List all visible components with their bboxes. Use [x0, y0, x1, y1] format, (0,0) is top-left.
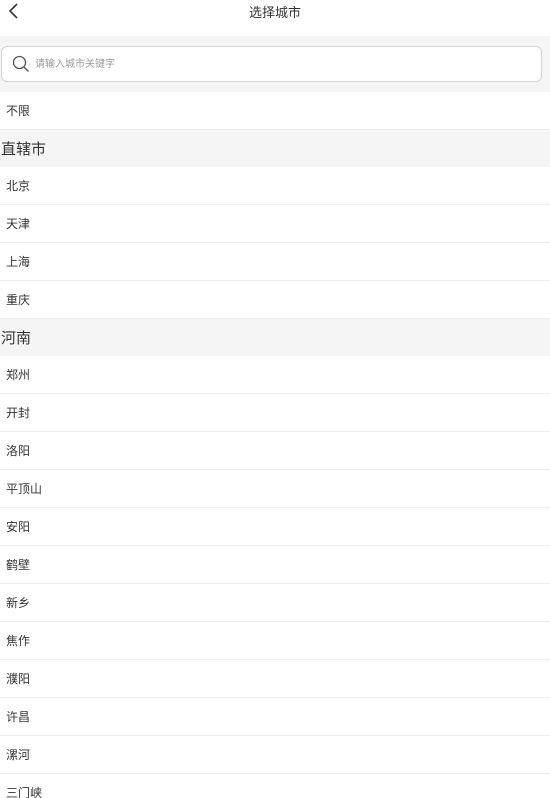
list-item-label: 不限	[6, 104, 31, 118]
city-item[interactable]: 平顶山	[0, 470, 550, 508]
city-label: 许昌	[6, 710, 31, 724]
city-item[interactable]: 天津	[0, 205, 550, 243]
city-item[interactable]: 上海	[0, 243, 550, 281]
city-label: 鹤壁	[6, 558, 31, 572]
city-item[interactable]: 郑州	[0, 356, 550, 394]
city-item[interactable]: 安阳	[0, 508, 550, 546]
city-item[interactable]: 濮阳	[0, 660, 550, 698]
city-label: 洛阳	[6, 444, 31, 458]
city-list: 不限 直辖市北京天津上海重庆河南郑州开封洛阳平顶山安阳鹤壁新乡焦作濮阳许昌漯河三…	[0, 92, 550, 798]
city-label: 开封	[6, 406, 31, 420]
city-label: 漯河	[6, 748, 31, 762]
search-icon	[11, 54, 31, 74]
city-label: 焦作	[6, 634, 31, 648]
city-label: 安阳	[6, 520, 31, 534]
city-label: 重庆	[6, 293, 31, 307]
city-item[interactable]: 洛阳	[0, 432, 550, 470]
page-title: 选择城市	[248, 6, 301, 21]
city-label: 平顶山	[6, 482, 43, 496]
city-item[interactable]: 焦作	[0, 622, 550, 660]
city-label: 天津	[6, 217, 31, 231]
section-header: 直辖市	[0, 130, 550, 167]
search-bar	[0, 36, 550, 92]
nav-bar: 选择城市	[0, 0, 550, 36]
city-label: 新乡	[6, 596, 31, 610]
city-item[interactable]: 新乡	[0, 584, 550, 622]
city-label: 三门峡	[6, 786, 43, 798]
city-item[interactable]: 北京	[0, 167, 550, 205]
city-item[interactable]: 重庆	[0, 281, 550, 319]
city-item[interactable]: 三门峡	[0, 774, 550, 798]
city-item[interactable]: 鹤壁	[0, 546, 550, 584]
city-label: 上海	[6, 255, 31, 269]
city-item[interactable]: 漯河	[0, 736, 550, 774]
city-label: 北京	[6, 179, 31, 193]
city-item[interactable]: 开封	[0, 394, 550, 432]
list-item-unlimited[interactable]: 不限	[0, 92, 550, 130]
search-input[interactable]	[35, 54, 541, 74]
city-label: 郑州	[6, 368, 31, 382]
section-header: 河南	[0, 319, 550, 356]
search-box[interactable]	[1, 46, 542, 82]
city-label: 濮阳	[6, 672, 31, 686]
city-item[interactable]: 许昌	[0, 698, 550, 736]
